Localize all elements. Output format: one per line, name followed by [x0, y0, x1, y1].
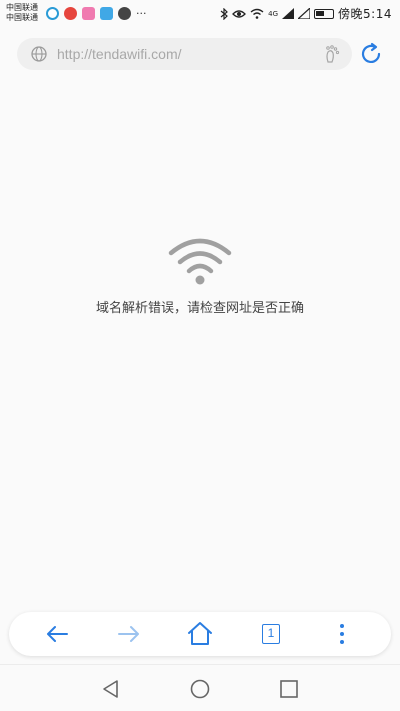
- back-arrow-icon[interactable]: [43, 620, 71, 648]
- globe-icon: [31, 46, 47, 62]
- wifi-status-icon: [250, 8, 264, 19]
- system-nav-bar: [0, 664, 400, 711]
- forward-arrow-icon[interactable]: [115, 620, 143, 648]
- battery-icon: [314, 8, 335, 19]
- wechat-icon: [118, 7, 131, 20]
- bluetooth-icon: [220, 7, 229, 20]
- url-input[interactable]: http://tendawifi.com/: [57, 46, 182, 62]
- qq-icon: [46, 7, 59, 20]
- browser-toolbar: 1: [9, 612, 391, 656]
- eye-comfort-icon: [232, 9, 247, 18]
- wifi-error-icon: [168, 238, 232, 285]
- status-time: 傍晚5:14: [338, 7, 392, 21]
- send-app-icon: [100, 7, 113, 20]
- carrier-2: 中国联通: [6, 13, 38, 22]
- nav-home-icon[interactable]: [189, 678, 211, 700]
- error-content: 域名解析错误，请检查网址是否正确: [0, 235, 400, 316]
- refresh-icon[interactable]: [359, 42, 383, 66]
- signal-1-icon: [282, 8, 295, 19]
- footprint-icon[interactable]: [323, 44, 341, 64]
- signal-2-icon: [298, 8, 311, 19]
- error-message: 域名解析错误，请检查网址是否正确: [95, 301, 304, 316]
- system-icons: 4G 傍晚5:14: [220, 5, 392, 22]
- carrier-labels: 中国联通 中国联通: [6, 3, 38, 23]
- tabs-button[interactable]: 1: [257, 620, 285, 648]
- home-icon[interactable]: [186, 620, 214, 648]
- status-bar: 中国联通 中国联通 ··· 4G 傍晚5:14: [0, 0, 400, 28]
- carrier-1: 中国联通: [6, 3, 38, 12]
- tab-count: 1: [262, 624, 280, 644]
- menu-dots-icon[interactable]: [328, 620, 356, 648]
- more-notifications-icon: ···: [136, 6, 147, 20]
- shopping-icon: [82, 7, 95, 20]
- notification-icons: ···: [46, 7, 147, 20]
- weibo-icon: [64, 7, 77, 20]
- address-bar-row: http://tendawifi.com/: [0, 30, 400, 78]
- network-type-label: 4G: [268, 9, 279, 18]
- address-bar[interactable]: http://tendawifi.com/: [17, 38, 352, 70]
- nav-recent-apps-icon[interactable]: [278, 678, 300, 700]
- nav-back-icon[interactable]: [100, 678, 122, 700]
